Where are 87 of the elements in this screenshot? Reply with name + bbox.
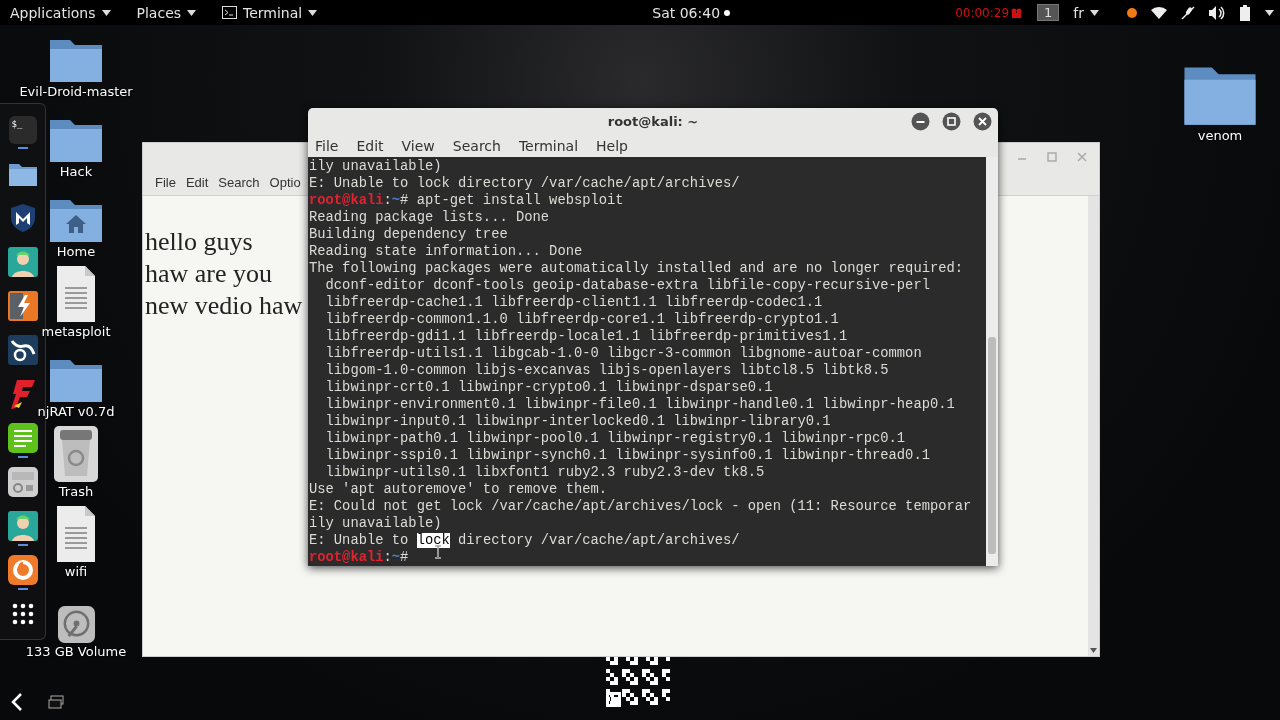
- menu-item[interactable]: Search: [218, 175, 260, 190]
- terminal-line: E: Unable to lock directory /var/cache/apt/archives/: [309, 175, 740, 192]
- applications-menu[interactable]: Applications: [10, 4, 111, 21]
- document-line: haw are you: [145, 258, 273, 290]
- desktop-icon-label[interactable]: njRAT v0.7d: [37, 404, 115, 419]
- desktop-icon-label[interactable]: metasploit: [41, 324, 111, 339]
- battery-icon[interactable]: [1239, 4, 1251, 21]
- desktop-icon-label[interactable]: Evil-Droid-master: [19, 84, 133, 99]
- shield-icon[interactable]: [9, 202, 36, 233]
- terminal-line: dconf-editor dconf-tools geoip-database-extra libfile-copy-recursive-perl: [324, 277, 930, 294]
- trash-icon[interactable]: [52, 424, 100, 484]
- terminal-line: libwinpr-environment0.1 libwinpr-file0.1 libwinpr-handle0.1 libwinpr-heap0.1: [324, 396, 955, 413]
- terminal-icon[interactable]: $_: [8, 115, 37, 144]
- desktop-icon-label[interactable]: Home: [56, 244, 96, 259]
- wifi-icon[interactable]: [1151, 6, 1167, 19]
- terminal-line: ily unavailable): [309, 158, 442, 175]
- person-icon[interactable]: [7, 511, 38, 542]
- volume-icon[interactable]: [1209, 5, 1225, 20]
- window-title: root@kali: ~: [607, 113, 699, 129]
- document-icon[interactable]: [55, 264, 97, 324]
- document-icon[interactable]: [55, 504, 97, 564]
- menu-item[interactable]: Edit: [185, 175, 209, 190]
- terminal-line: libfreerdp-gdi1.1 libfreerdp-locale1.1 libfreerdp-primitives1.1: [324, 328, 848, 345]
- lightning-tile-icon[interactable]: [7, 290, 38, 321]
- terminal-line: E: Could not get lock /var/cache/apt/archives/lock - open (11: Resource temporar: [309, 498, 972, 515]
- caret-icon: [101, 9, 111, 16]
- caret-icon: [1265, 9, 1274, 16]
- notification-dot-icon: [724, 9, 731, 16]
- terminal-line: libwinpr-sspi0.1 libwinpr-synch0.1 libwinpr-sysinfo0.1 libwinpr-thread0.1: [324, 447, 930, 464]
- terminal-line: libwinpr-path0.1 libwinpr-pool0.1 libwinpr-registry0.1 libwinpr-rpc0.1: [324, 430, 906, 447]
- terminal-line: ily unavailable): [309, 515, 442, 532]
- menu-item[interactable]: File: [155, 175, 176, 190]
- lightning-icon[interactable]: [8, 379, 37, 409]
- terminal-line: root@kali:~#: [309, 549, 409, 566]
- menu-item[interactable]: View: [401, 137, 435, 154]
- maximize-icon[interactable]: [942, 112, 961, 131]
- recording-indicator[interactable]: 00:00:29: [955, 5, 1024, 20]
- places-menu[interactable]: Places: [136, 4, 197, 21]
- terminal-line: libfreerdp-utils1.1 libgcab-1.0-0 libgcr-3-common libgnome-autoar-common: [324, 345, 922, 362]
- terminal-line: Reading package lists... Done: [309, 209, 550, 226]
- text-cursor-icon: [434, 545, 442, 559]
- swirl-icon[interactable]: [7, 555, 38, 586]
- terminal-line: libfreerdp-cache1.1 libfreerdp-client1.1 libfreerdp-codec1.1: [324, 294, 823, 311]
- desktop-icon-label[interactable]: venom: [1197, 128, 1243, 143]
- notes-icon[interactable]: [7, 423, 38, 454]
- clock[interactable]: Sat 06:40: [317, 4, 956, 21]
- menu-item[interactable]: File: [315, 137, 339, 154]
- menu-item[interactable]: Search: [452, 137, 501, 154]
- close-icon[interactable]: [973, 112, 992, 131]
- menu-item[interactable]: Help: [596, 137, 628, 154]
- scroll-down-icon[interactable]: [1090, 648, 1097, 653]
- terminal-line: libgom-1.0-common libjs-excanvas libjs-openlayers libtcl8.5 libtk8.5: [324, 362, 889, 379]
- terminal-line: E: Unable to lock directory /var/cache/apt/archives/: [309, 532, 740, 549]
- menu-item[interactable]: Optio: [269, 175, 301, 190]
- terminal-line: Use 'apt autoremove' to remove them.: [309, 481, 608, 498]
- document-line: hello guys: [145, 226, 253, 258]
- terminal-line: Building dependency tree: [309, 226, 508, 243]
- person-icon[interactable]: [7, 246, 38, 277]
- terminal-line: Reading state information... Done: [309, 243, 583, 260]
- window-list-icon[interactable]: [48, 695, 64, 709]
- status-dot-icon[interactable]: [1127, 7, 1137, 18]
- desktop-icon-label[interactable]: 133 GB Volume: [25, 644, 127, 659]
- keyboard-layout-menu[interactable]: fr: [1073, 4, 1099, 21]
- terminal-line: The following packages were automatically installed and are no longer required:: [309, 260, 964, 277]
- menu-item[interactable]: Edit: [356, 137, 384, 154]
- terminal-line: libwinpr-input0.1 libwinpr-interlocked0.1 libwinpr-library0.1: [324, 413, 831, 430]
- document-line: new vedio haw: [145, 290, 303, 322]
- caret-icon: [1090, 9, 1099, 16]
- terminal-line: root@kali:~# apt-get install websploit: [309, 192, 624, 209]
- drive-icon[interactable]: [56, 605, 96, 644]
- radio-icon[interactable]: [7, 467, 38, 498]
- terminal-line: libfreerdp-common1.1.0 libfreerdp-core1.1 libfreerdp-crypto1.1: [324, 311, 839, 328]
- app-menu[interactable]: Terminal: [222, 4, 318, 21]
- minimize-icon[interactable]: [911, 112, 930, 131]
- caret-icon: [308, 9, 318, 16]
- apps-grid-icon[interactable]: [11, 603, 34, 626]
- menu-item[interactable]: Terminal: [518, 137, 579, 154]
- workspace-indicator[interactable]: 1: [1037, 4, 1060, 21]
- terminal-line: libwinpr-utils0.1 libxfont1 ruby2.3 ruby2.3-dev tk8.5: [324, 464, 765, 481]
- terminal-icon: [222, 6, 238, 19]
- desktop-icon-label[interactable]: Hack: [59, 164, 93, 179]
- caret-icon: [187, 9, 197, 16]
- terminal-line: libwinpr-crt0.1 libwinpr-crypto0.1 libwinpr-dsparse0.1: [324, 379, 773, 396]
- scrollbar[interactable]: [986, 157, 998, 566]
- desktop-icon-label[interactable]: wifi: [64, 564, 88, 579]
- desktop-icon-label[interactable]: Trash: [58, 484, 94, 499]
- scrollbar[interactable]: [1088, 196, 1099, 656]
